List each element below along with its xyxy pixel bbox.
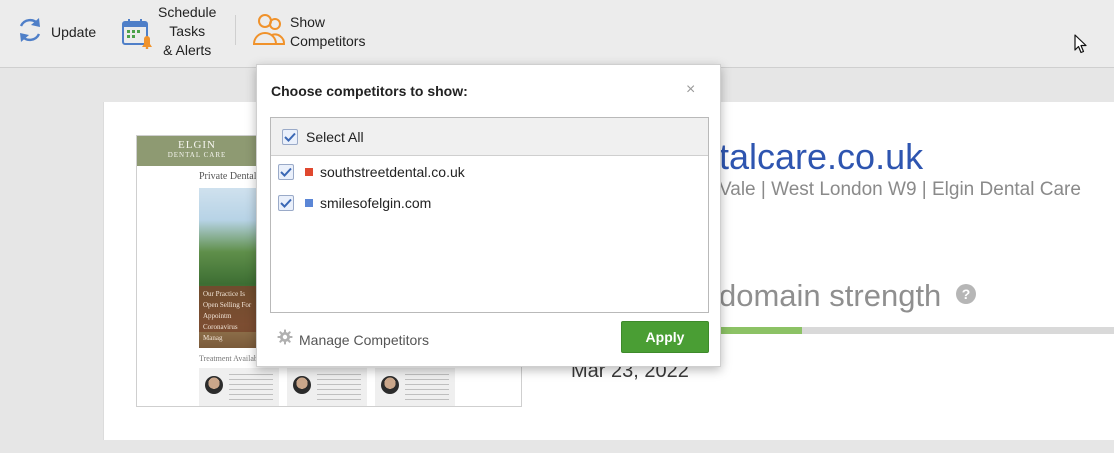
competitor-row[interactable]: smilesofelgin.com (271, 187, 708, 218)
staff-avatar (293, 376, 311, 394)
apply-button[interactable]: Apply (621, 321, 709, 353)
popup-title: Choose competitors to show: (271, 83, 468, 99)
domain-strength-fill (719, 327, 802, 334)
thumbnail-staff-card (199, 368, 279, 406)
thumbnail-staff-card (287, 368, 367, 406)
update-label: Update (51, 24, 97, 40)
refresh-icon (16, 15, 44, 50)
competitor-row[interactable]: southstreetdental.co.uk (271, 156, 708, 187)
competitor-checkbox[interactable] (278, 194, 294, 211)
show-competitors-button[interactable]: Show Competitors (252, 11, 365, 52)
toolbar: Update Schedule Tasks & Alerts Show Comp… (0, 0, 1114, 68)
staff-avatar (381, 376, 399, 394)
competitor-checkbox[interactable] (278, 163, 294, 180)
competitors-list: Select All southstreetdental.co.uk smile… (270, 117, 709, 313)
thumbnail-overlay-text: Our Practice Is Open Selling For Appoint… (199, 286, 259, 342)
close-icon[interactable]: × (686, 81, 695, 99)
mouse-cursor-icon (1074, 34, 1088, 59)
staff-text-lines (405, 374, 449, 404)
domain-subtitle: Vale | West London W9 | Elgin Dental Car… (719, 179, 1081, 200)
users-icon (252, 11, 286, 52)
show-competitors-label: Show Competitors (290, 13, 365, 51)
competitors-popup: Choose competitors to show: × Select All… (256, 64, 721, 367)
manage-competitors-link[interactable]: Manage Competitors (277, 329, 429, 350)
thumbnail-brand-sub: DENTAL CARE (167, 151, 227, 159)
staff-text-lines (229, 374, 273, 404)
schedule-label-line2: Tasks (169, 23, 206, 39)
thumbnail-brand: ELGIN (178, 139, 216, 151)
domain-strength-label: domain strength (719, 278, 942, 313)
competitors-label-line2: Competitors (290, 32, 366, 49)
thumbnail-heading: Private Dental P (199, 171, 265, 182)
schedule-tasks-button[interactable]: Schedule Tasks & Alerts (121, 3, 216, 60)
gear-icon (277, 329, 293, 350)
competitor-color-swatch (305, 167, 313, 176)
competitor-name: smilesofelgin.com (320, 194, 432, 211)
staff-text-lines (317, 374, 361, 404)
toolbar-divider (235, 15, 236, 45)
thumbnail-staff-cards (199, 368, 455, 406)
domain-title[interactable]: talcare.co.uk (719, 136, 923, 178)
schedule-label-line3: & Alerts (163, 42, 212, 58)
competitors-label-line1: Show (290, 13, 326, 30)
manage-competitors-label: Manage Competitors (299, 331, 429, 348)
schedule-tasks-label: Schedule Tasks & Alerts (158, 3, 216, 60)
thumbnail-brand-header: ELGIN DENTAL CARE (137, 136, 257, 166)
competitor-color-swatch (305, 198, 313, 207)
update-button[interactable]: Update (16, 15, 96, 50)
competitor-name: southstreetdental.co.uk (320, 163, 465, 180)
help-icon[interactable]: ? (956, 284, 976, 304)
select-all-row[interactable]: Select All (271, 118, 708, 156)
domain-strength-bar (719, 327, 1114, 334)
staff-avatar (205, 376, 223, 394)
thumbnail-staff-card (375, 368, 455, 406)
schedule-label-line1: Schedule (158, 4, 217, 20)
calendar-alert-icon (121, 17, 153, 54)
select-all-checkbox[interactable] (282, 128, 298, 145)
select-all-label: Select All (306, 128, 364, 145)
